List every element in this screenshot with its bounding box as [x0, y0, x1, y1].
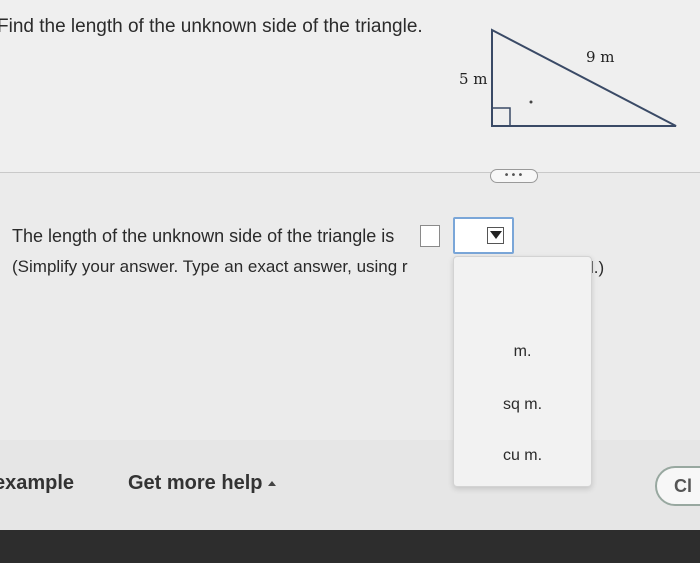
- get-more-help-label: Get more help: [128, 472, 263, 494]
- answer-sentence: The length of the unknown side of the tr…: [12, 226, 395, 246]
- answer-hint-tail: l.): [590, 258, 605, 277]
- unit-option-sq-m[interactable]: sq m.: [454, 396, 591, 414]
- view-example-label: example: [0, 472, 75, 494]
- section-divider: [0, 172, 700, 173]
- question-area: Find the length of the unknown side of t…: [0, 0, 700, 172]
- side-label-vertical: 5 m: [459, 70, 488, 88]
- answer-hint: (Simplify your answer. Type an exact ans…: [12, 257, 408, 276]
- answer-input[interactable]: [420, 225, 440, 247]
- question-prompt: Find the length of the unknown side of t…: [0, 16, 423, 37]
- bottom-bezel: [0, 530, 700, 563]
- unit-option-cu-m[interactable]: cu m.: [454, 447, 591, 465]
- unit-option-m[interactable]: m.: [454, 343, 591, 361]
- more-button[interactable]: •••: [490, 169, 538, 183]
- unit-dropdown-menu: m. sq m. cu m.: [453, 256, 592, 487]
- dropdown-arrow-icon[interactable]: [487, 227, 504, 244]
- get-more-help-button[interactable]: Get more help: [128, 472, 277, 495]
- check-answer-button[interactable]: Cl: [655, 466, 700, 506]
- footer-bar: example Get more help: [0, 440, 700, 530]
- triangle-figure: 5 m 9 m: [459, 28, 677, 127]
- caret-up-icon: [268, 481, 277, 487]
- unit-select[interactable]: [453, 217, 514, 254]
- right-angle-marker: [492, 107, 511, 126]
- side-label-hypotenuse: 9 m: [586, 48, 615, 66]
- view-example-button[interactable]: example: [0, 472, 74, 495]
